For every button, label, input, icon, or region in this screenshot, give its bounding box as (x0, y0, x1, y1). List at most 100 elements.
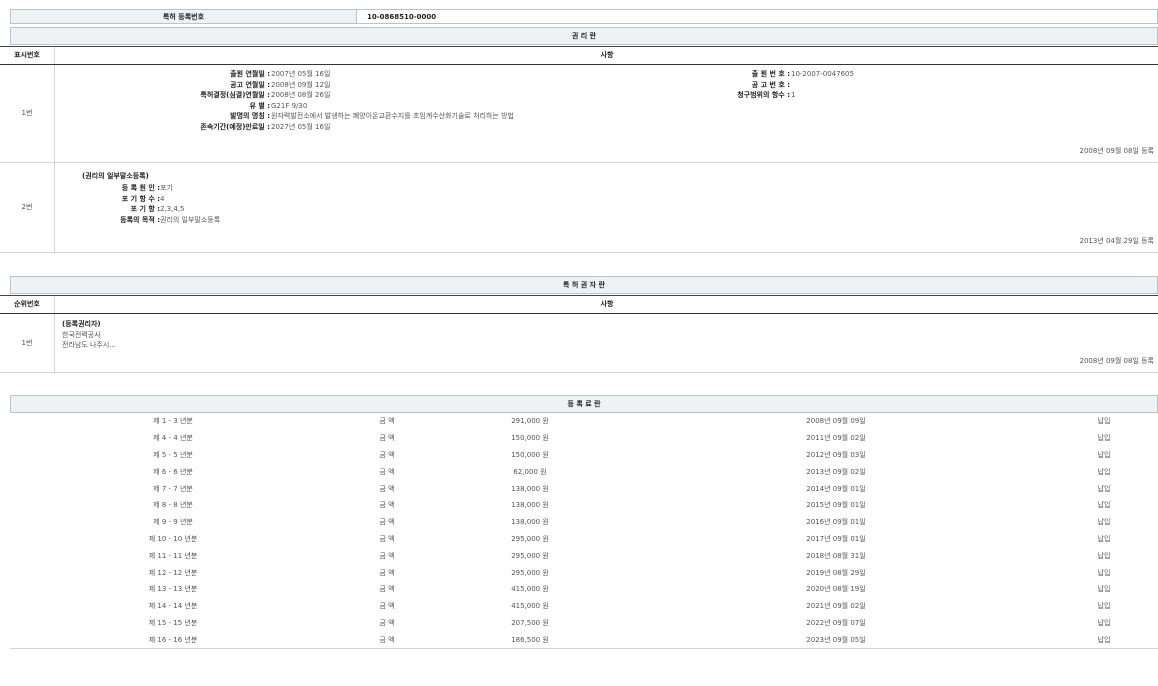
fee-row: 제 1 - 3 년분금 액291,000 원2008년 09월 09일납입 (10, 413, 1158, 430)
fee-row: 제 8 - 8 년분금 액138,000 원2015년 09월 01일납입 (10, 497, 1158, 514)
fee-period: 제 9 - 9 년분 (10, 514, 336, 531)
fee-paid-date: 2016년 09월 01일 (622, 514, 1050, 531)
fee-period: 제 12 - 12 년분 (10, 564, 336, 581)
fee-status: 납입 (1050, 514, 1158, 531)
fee-period: 제 16 - 16 년분 (10, 631, 336, 648)
fee-amount-label: 금 액 (336, 581, 438, 598)
divider (54, 163, 55, 252)
fee-row: 제 11 - 11 년분금 액295,000 원2018년 08월 31일납입 (10, 547, 1158, 564)
fee-period: 제 11 - 11 년분 (10, 547, 336, 564)
patent-number-table: 특허 등록번호 10-0868510-0000 (10, 9, 1158, 24)
patentee-name: 한국전력공사 (62, 330, 116, 341)
fee-amount-label: 금 액 (336, 430, 438, 447)
fee-row: 제 16 - 16 년분금 액186,500 원2023년 09월 05일납입 (10, 631, 1158, 648)
fee-amount-label: 금 액 (336, 514, 438, 531)
fee-amount-label: 금 액 (336, 615, 438, 632)
fee-paid-date: 2014년 09월 01일 (622, 480, 1050, 497)
fee-amount: 207,500 원 (438, 615, 622, 632)
fee-period: 제 7 - 7 년분 (10, 480, 336, 497)
entry-heading: (등록권리자) (62, 319, 116, 330)
fee-section-title: 등 록 료 란 (10, 395, 1158, 413)
divider (54, 65, 55, 162)
fee-amount: 186,500 원 (438, 631, 622, 648)
fee-period: 제 4 - 4 년분 (10, 430, 336, 447)
field-label: 등록의 목적 : (60, 215, 160, 226)
patent-number-label: 특허 등록번호 (11, 10, 357, 24)
field-value: 2027년 05월 16일 (271, 122, 514, 133)
fee-row: 제 10 - 10 년분금 액295,000 원2017년 09월 01일납입 (10, 531, 1158, 548)
entry-no: 1번 (0, 314, 54, 372)
field-label: 청구범위의 항수 : (737, 90, 790, 101)
fee-period: 제 13 - 13 년분 (10, 581, 336, 598)
fee-paid-date: 2018년 08월 31일 (622, 547, 1050, 564)
fee-status: 납입 (1050, 447, 1158, 464)
fee-amount-label: 금 액 (336, 447, 438, 464)
fee-status: 납입 (1050, 413, 1158, 430)
fee-status: 납입 (1050, 631, 1158, 648)
fee-row: 제 15 - 15 년분금 액207,500 원2022년 09월 07일납입 (10, 615, 1158, 632)
fee-period: 제 6 - 6 년분 (10, 463, 336, 480)
col-display-no: 표시번호 (0, 47, 54, 64)
fee-row: 제 4 - 4 년분금 액150,000 원2011년 09월 02일납입 (10, 430, 1158, 447)
fee-period: 제 8 - 8 년분 (10, 497, 336, 514)
fee-status: 납입 (1050, 598, 1158, 615)
fee-amount-label: 금 액 (336, 564, 438, 581)
fee-amount: 291,000 원 (438, 413, 622, 430)
fee-row: 제 12 - 12 년분금 액295,000 원2019년 08월 29일납입 (10, 564, 1158, 581)
fee-amount-label: 금 액 (336, 463, 438, 480)
fee-paid-date: 2022년 09월 07일 (622, 615, 1050, 632)
fee-status: 납입 (1050, 531, 1158, 548)
fee-row: 제 9 - 9 년분금 액138,000 원2016년 09월 01일납입 (10, 514, 1158, 531)
fee-amount-label: 금 액 (336, 631, 438, 648)
field-value: 원자력발전소에서 발생하는 폐양이온교환수지를 초임계수산화기술로 처리하는 방… (271, 111, 514, 122)
fee-amount: 62,000 원 (438, 463, 622, 480)
fee-period: 제 10 - 10 년분 (10, 531, 336, 548)
fee-amount-label: 금 액 (336, 497, 438, 514)
fee-amount: 150,000 원 (438, 447, 622, 464)
field-label: 출 원 번 호 : (737, 69, 790, 80)
fee-amount-label: 금 액 (336, 480, 438, 497)
fee-period: 제 1 - 3 년분 (10, 413, 336, 430)
field-value: 10-2007-0047605 (791, 69, 854, 80)
fee-paid-date: 2017년 09월 01일 (622, 531, 1050, 548)
field-value (791, 80, 854, 91)
rights-entry-1: 1번 출원 연월일 : 공고 연월일 : 특허결정(심결)연월일 : 유 별 :… (0, 65, 1158, 163)
entry-no: 1번 (0, 65, 54, 162)
fee-amount: 138,000 원 (438, 480, 622, 497)
fee-amount: 295,000 원 (438, 547, 622, 564)
fee-paid-date: 2008년 09월 09일 (622, 413, 1050, 430)
fee-row: 제 6 - 6 년분금 액62,000 원2013년 09월 02일납입 (10, 463, 1158, 480)
field-label: 포 기 항 수 : (60, 194, 160, 205)
fee-amount: 415,000 원 (438, 598, 622, 615)
registration-date: 2008년 09월 08일 등록 (1079, 356, 1154, 366)
fee-status: 납입 (1050, 480, 1158, 497)
fee-paid-date: 2019년 08월 29일 (622, 564, 1050, 581)
field-label: 등 록 원 인 : (60, 183, 160, 194)
entry-heading: (권리의 일부말소등록) (82, 171, 149, 181)
registration-date: 2013년 04월 29일 등록 (1079, 236, 1154, 246)
fee-status: 납입 (1050, 581, 1158, 598)
fee-status: 납입 (1050, 463, 1158, 480)
divider (54, 314, 55, 372)
fee-amount: 138,000 원 (438, 497, 622, 514)
field-value: 2008년 09월 12일 (271, 80, 514, 91)
patentee-section-title: 특 허 권 자 란 (10, 276, 1158, 294)
field-label: 공고 연월일 : (200, 80, 270, 91)
fee-amount: 138,000 원 (438, 514, 622, 531)
fee-amount: 295,000 원 (438, 564, 622, 581)
fee-table: 제 1 - 3 년분금 액291,000 원2008년 09월 09일납입제 4… (10, 413, 1158, 649)
fee-amount-label: 금 액 (336, 598, 438, 615)
fee-status: 납입 (1050, 497, 1158, 514)
field-value: 1 (791, 90, 854, 101)
fee-amount: 150,000 원 (438, 430, 622, 447)
patentee-address: 전라남도 나주시... (62, 340, 116, 351)
fee-period: 제 5 - 5 년분 (10, 447, 336, 464)
fee-amount: 295,000 원 (438, 531, 622, 548)
fee-status: 납입 (1050, 615, 1158, 632)
field-value: 포기 (160, 183, 220, 194)
field-label: 공 고 번 호 : (737, 80, 790, 91)
fee-status: 납입 (1050, 430, 1158, 447)
col-detail: 사항 (54, 47, 1158, 64)
fee-paid-date: 2011년 09월 02일 (622, 430, 1050, 447)
field-value: 2007년 05월 16일 (271, 69, 514, 80)
